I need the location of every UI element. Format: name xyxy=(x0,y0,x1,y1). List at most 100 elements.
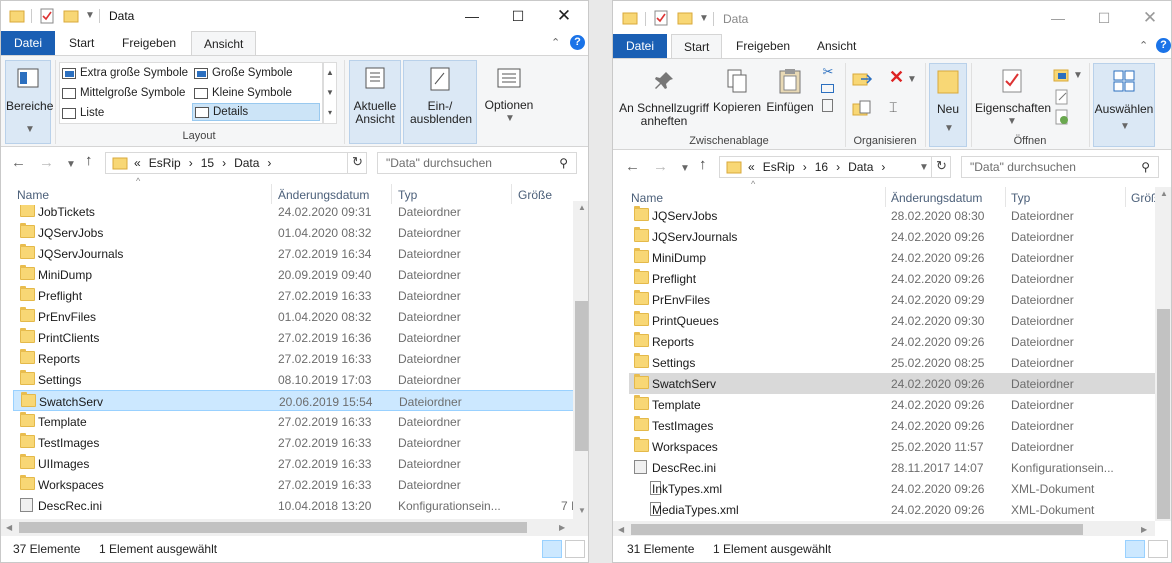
table-row[interactable]: PrEnvFiles 24.02.2020 09:29 Dateiordner xyxy=(629,289,1155,310)
back-arrow-icon[interactable]: ← xyxy=(11,154,26,171)
tab-start[interactable]: Start xyxy=(671,34,723,59)
new-folder-icon[interactable] xyxy=(677,10,693,26)
breadcrumb-data[interactable]: Data xyxy=(848,160,873,174)
table-row[interactable]: DescRec.ini 10.04.2018 13:20 Konfiguration… xyxy=(13,495,573,516)
new-folder-icon[interactable] xyxy=(63,8,79,24)
table-row[interactable]: UIImages 27.02.2019 16:33 Dateiordner xyxy=(13,453,573,474)
scroll-thumb[interactable] xyxy=(1157,309,1170,519)
scroll-right-icon[interactable]: ▶ xyxy=(559,523,565,532)
copy-to-icon[interactable] xyxy=(851,99,873,119)
search-icon[interactable]: ⚲ xyxy=(559,156,568,170)
table-row[interactable]: SwatchServ 24.02.2020 09:26 Dateiordner xyxy=(629,373,1155,394)
address-bar[interactable]: « EsRip › 15 › Data › xyxy=(105,152,367,174)
rename-icon[interactable]: ⌶ xyxy=(889,99,897,116)
collapse-ribbon-icon[interactable]: ⌃ xyxy=(1139,39,1148,52)
recent-locations-icon[interactable]: ▼ xyxy=(680,163,690,174)
breadcrumb-separator[interactable]: › xyxy=(836,160,840,174)
auswaehlen-button[interactable]: Auswählen ▼ xyxy=(1093,63,1155,147)
forward-arrow-icon[interactable]: → xyxy=(653,158,668,175)
breadcrumb-overflow[interactable]: « xyxy=(134,156,141,170)
details-view-button[interactable] xyxy=(1125,540,1145,558)
tab-freigeben[interactable]: Freigeben xyxy=(724,34,802,58)
up-arrow-icon[interactable]: ↑ xyxy=(85,152,93,169)
recent-locations-icon[interactable]: ▼ xyxy=(66,159,76,170)
tab-start[interactable]: Start xyxy=(57,31,106,55)
ein-ausblenden-button[interactable]: Ein-/ ausblenden xyxy=(403,60,477,144)
table-row[interactable]: JQServJournals 24.02.2020 09:26 Dateiordne… xyxy=(629,226,1155,247)
table-row[interactable]: PrintClients 27.02.2019 16:36 Dateiordner xyxy=(13,327,573,348)
address-dropdown-icon[interactable]: ▼ xyxy=(919,162,929,173)
up-arrow-icon[interactable]: ↑ xyxy=(699,156,707,173)
table-row[interactable]: TestImages 27.02.2019 16:33 Dateiordner xyxy=(13,432,573,453)
breadcrumb-separator[interactable]: › xyxy=(267,156,271,170)
scroll-right-icon[interactable]: ▶ xyxy=(1141,525,1147,534)
kopieren-button[interactable]: Kopieren xyxy=(713,65,761,131)
cut-icon[interactable]: ✂ xyxy=(819,65,837,78)
table-row[interactable]: JobTickets 24.02.2020 09:31 Dateiordner xyxy=(13,205,573,222)
layout-extra-large-icons[interactable]: Extra große Symbole xyxy=(62,64,188,82)
layout-large-icons[interactable]: Große Symbole xyxy=(194,64,293,82)
large-icons-view-button[interactable] xyxy=(1148,540,1168,558)
search-input[interactable]: "Data" durchsuchen ⚲ xyxy=(377,152,577,174)
minimize-button[interactable]: — xyxy=(449,1,495,31)
breadcrumb-separator[interactable]: › xyxy=(222,156,226,170)
paste-shortcut-icon[interactable] xyxy=(822,99,833,112)
chevron-down-icon[interactable]: ▼ xyxy=(1073,70,1083,81)
layout-list[interactable]: Liste xyxy=(62,104,104,122)
table-row[interactable]: Preflight 27.02.2019 16:33 Dateiordner xyxy=(13,285,573,306)
tab-freigeben[interactable]: Freigeben xyxy=(110,31,188,55)
scroll-left-icon[interactable]: ◀ xyxy=(6,523,12,532)
maximize-button[interactable]: ☐ xyxy=(495,1,541,31)
breadcrumb-16[interactable]: 16 xyxy=(815,160,828,174)
layout-small-icons[interactable]: Kleine Symbole xyxy=(194,84,292,102)
column-name[interactable]: Name xyxy=(17,188,49,202)
details-view-button[interactable] xyxy=(542,540,562,558)
aktuelle-ansicht-button[interactable]: Aktuelle Ansicht xyxy=(349,60,401,144)
table-row[interactable]: Preflight 24.02.2020 09:26 Dateiordner xyxy=(629,268,1155,289)
column-size[interactable]: Größe xyxy=(518,188,552,202)
table-row[interactable]: Settings 25.02.2020 08:25 Dateiordner xyxy=(629,352,1155,373)
scroll-up-icon[interactable]: ▲ xyxy=(1160,189,1168,198)
quick-access-dropdown-icon[interactable]: ▼ xyxy=(699,13,709,24)
scroll-up-icon[interactable]: ▲ xyxy=(578,203,586,212)
neu-button[interactable]: Neu ▼ xyxy=(929,63,967,147)
vertical-scrollbar[interactable]: ▲ xyxy=(1155,187,1171,521)
eigenschaften-button[interactable]: Eigenschaften ▼ xyxy=(975,63,1051,129)
move-to-icon[interactable] xyxy=(851,69,873,89)
scroll-thumb[interactable] xyxy=(19,522,527,533)
breadcrumb-separator[interactable]: › xyxy=(803,160,807,174)
column-date[interactable]: Änderungsdatum xyxy=(278,188,369,202)
column-type[interactable]: Typ xyxy=(1011,191,1030,205)
address-bar[interactable]: « EsRip › 16 › Data › xyxy=(719,156,951,178)
table-row[interactable]: SwatchServ 20.06.2019 15:54 Dateiordner xyxy=(13,390,573,411)
close-button[interactable]: ✕ xyxy=(1127,3,1171,33)
tab-datei[interactable]: Datei xyxy=(613,34,668,58)
edit-icon[interactable] xyxy=(1054,89,1070,105)
refresh-icon[interactable]: ↻ xyxy=(931,156,951,178)
minimize-button[interactable]: — xyxy=(1035,3,1081,33)
table-row[interactable]: Reports 24.02.2020 09:26 Dateiordner xyxy=(629,331,1155,352)
table-row[interactable]: JQServJournals 27.02.2019 16:34 Dateiordne… xyxy=(13,243,573,264)
table-row[interactable]: JQServJobs 01.04.2020 08:32 Dateiordner xyxy=(13,222,573,243)
breadcrumb-overflow[interactable]: « xyxy=(748,160,755,174)
layout-medium-icons[interactable]: Mittelgroße Symbole xyxy=(62,84,185,102)
collapse-ribbon-icon[interactable]: ⌃ xyxy=(551,36,560,49)
search-icon[interactable]: ⚲ xyxy=(1141,160,1150,174)
layout-details[interactable]: Details xyxy=(192,103,320,121)
einfuegen-button[interactable]: Einfügen xyxy=(763,65,817,131)
scroll-thumb[interactable] xyxy=(575,301,588,451)
maximize-button[interactable]: ☐ xyxy=(1081,3,1127,33)
tab-datei[interactable]: Datei xyxy=(1,31,56,55)
table-row[interactable]: Workspaces 27.02.2019 16:33 Dateiordner xyxy=(13,474,573,495)
copy-path-icon[interactable] xyxy=(821,84,834,93)
chevron-down-icon[interactable]: ▼ xyxy=(907,74,917,85)
breadcrumb-esrip[interactable]: EsRip xyxy=(149,156,181,170)
breadcrumb-separator[interactable]: › xyxy=(189,156,193,170)
back-arrow-icon[interactable]: ← xyxy=(625,158,640,175)
column-name[interactable]: Name xyxy=(631,191,663,205)
help-icon[interactable]: ? xyxy=(1156,38,1171,53)
table-row[interactable]: PrintQueues 24.02.2020 09:30 Dateiordner xyxy=(629,310,1155,331)
delete-icon[interactable]: ✕ xyxy=(889,67,904,88)
table-row[interactable]: Workspaces 25.02.2020 11:57 Dateiordner xyxy=(629,436,1155,457)
forward-arrow-icon[interactable]: → xyxy=(39,154,54,171)
